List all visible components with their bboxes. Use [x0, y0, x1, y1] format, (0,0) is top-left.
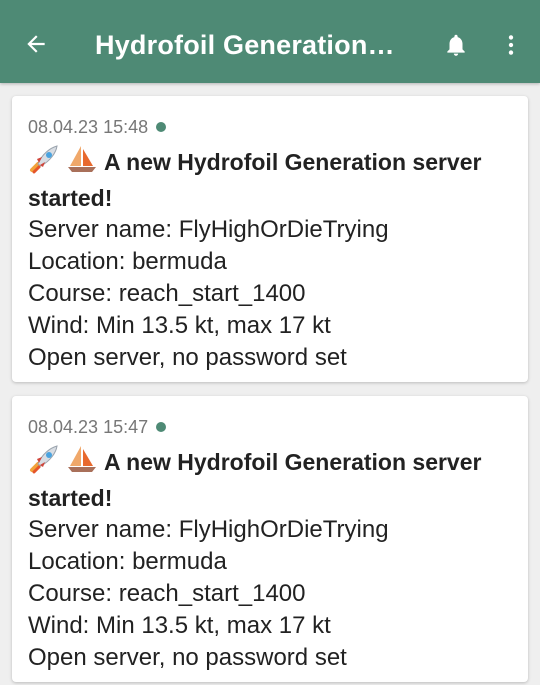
rocket-icon — [28, 144, 60, 182]
message-headline: A new Hydrofoil Generation server starte… — [28, 144, 512, 214]
app-title: Hydrofoil Generation… — [95, 30, 395, 60]
wind-line: Wind: Min 13.5 kt, max 17 kt — [28, 612, 331, 639]
app-bar: Hydrofoil Generation… — [0, 0, 540, 83]
sailboat-icon — [66, 444, 98, 482]
message-body: Server name: FlyHighOrDieTrying Location… — [28, 214, 512, 374]
message-card[interactable]: 08.04.23 15:47 A new Hydrofoil Generatio… — [12, 396, 528, 682]
message-meta: 08.04.23 15:47 — [28, 416, 512, 438]
rocket-icon — [28, 444, 60, 482]
sailboat-icon — [66, 144, 98, 182]
message-card[interactable]: 08.04.23 15:48 A new Hydrofoil Generatio… — [12, 96, 528, 382]
more-options-button[interactable] — [496, 30, 526, 60]
status-dot — [156, 422, 167, 432]
message-meta: 08.04.23 15:48 — [28, 116, 512, 138]
message-timestamp: 08.04.23 15:47 — [28, 416, 149, 437]
location-line: Location: bermuda — [28, 248, 227, 275]
message-headline: A new Hydrofoil Generation server starte… — [28, 444, 512, 514]
message-timestamp: 08.04.23 15:48 — [28, 116, 149, 137]
password-line: Open server, no password set — [28, 344, 347, 371]
course-line: Course: reach_start_1400 — [28, 280, 306, 307]
more-vert-icon — [508, 35, 514, 55]
course-line: Course: reach_start_1400 — [28, 580, 306, 607]
password-line: Open server, no password set — [28, 644, 347, 671]
message-body: Server name: FlyHighOrDieTrying Location… — [28, 514, 512, 674]
status-dot — [156, 122, 167, 132]
wind-line: Wind: Min 13.5 kt, max 17 kt — [28, 312, 331, 339]
location-line: Location: bermuda — [28, 548, 227, 575]
notifications-button[interactable] — [441, 30, 471, 60]
bell-icon — [447, 34, 465, 56]
server-name-line: Server name: FlyHighOrDieTrying — [28, 216, 389, 243]
arrow-back-icon — [27, 35, 45, 53]
server-name-line: Server name: FlyHighOrDieTrying — [28, 516, 389, 543]
back-button[interactable] — [16, 24, 56, 64]
